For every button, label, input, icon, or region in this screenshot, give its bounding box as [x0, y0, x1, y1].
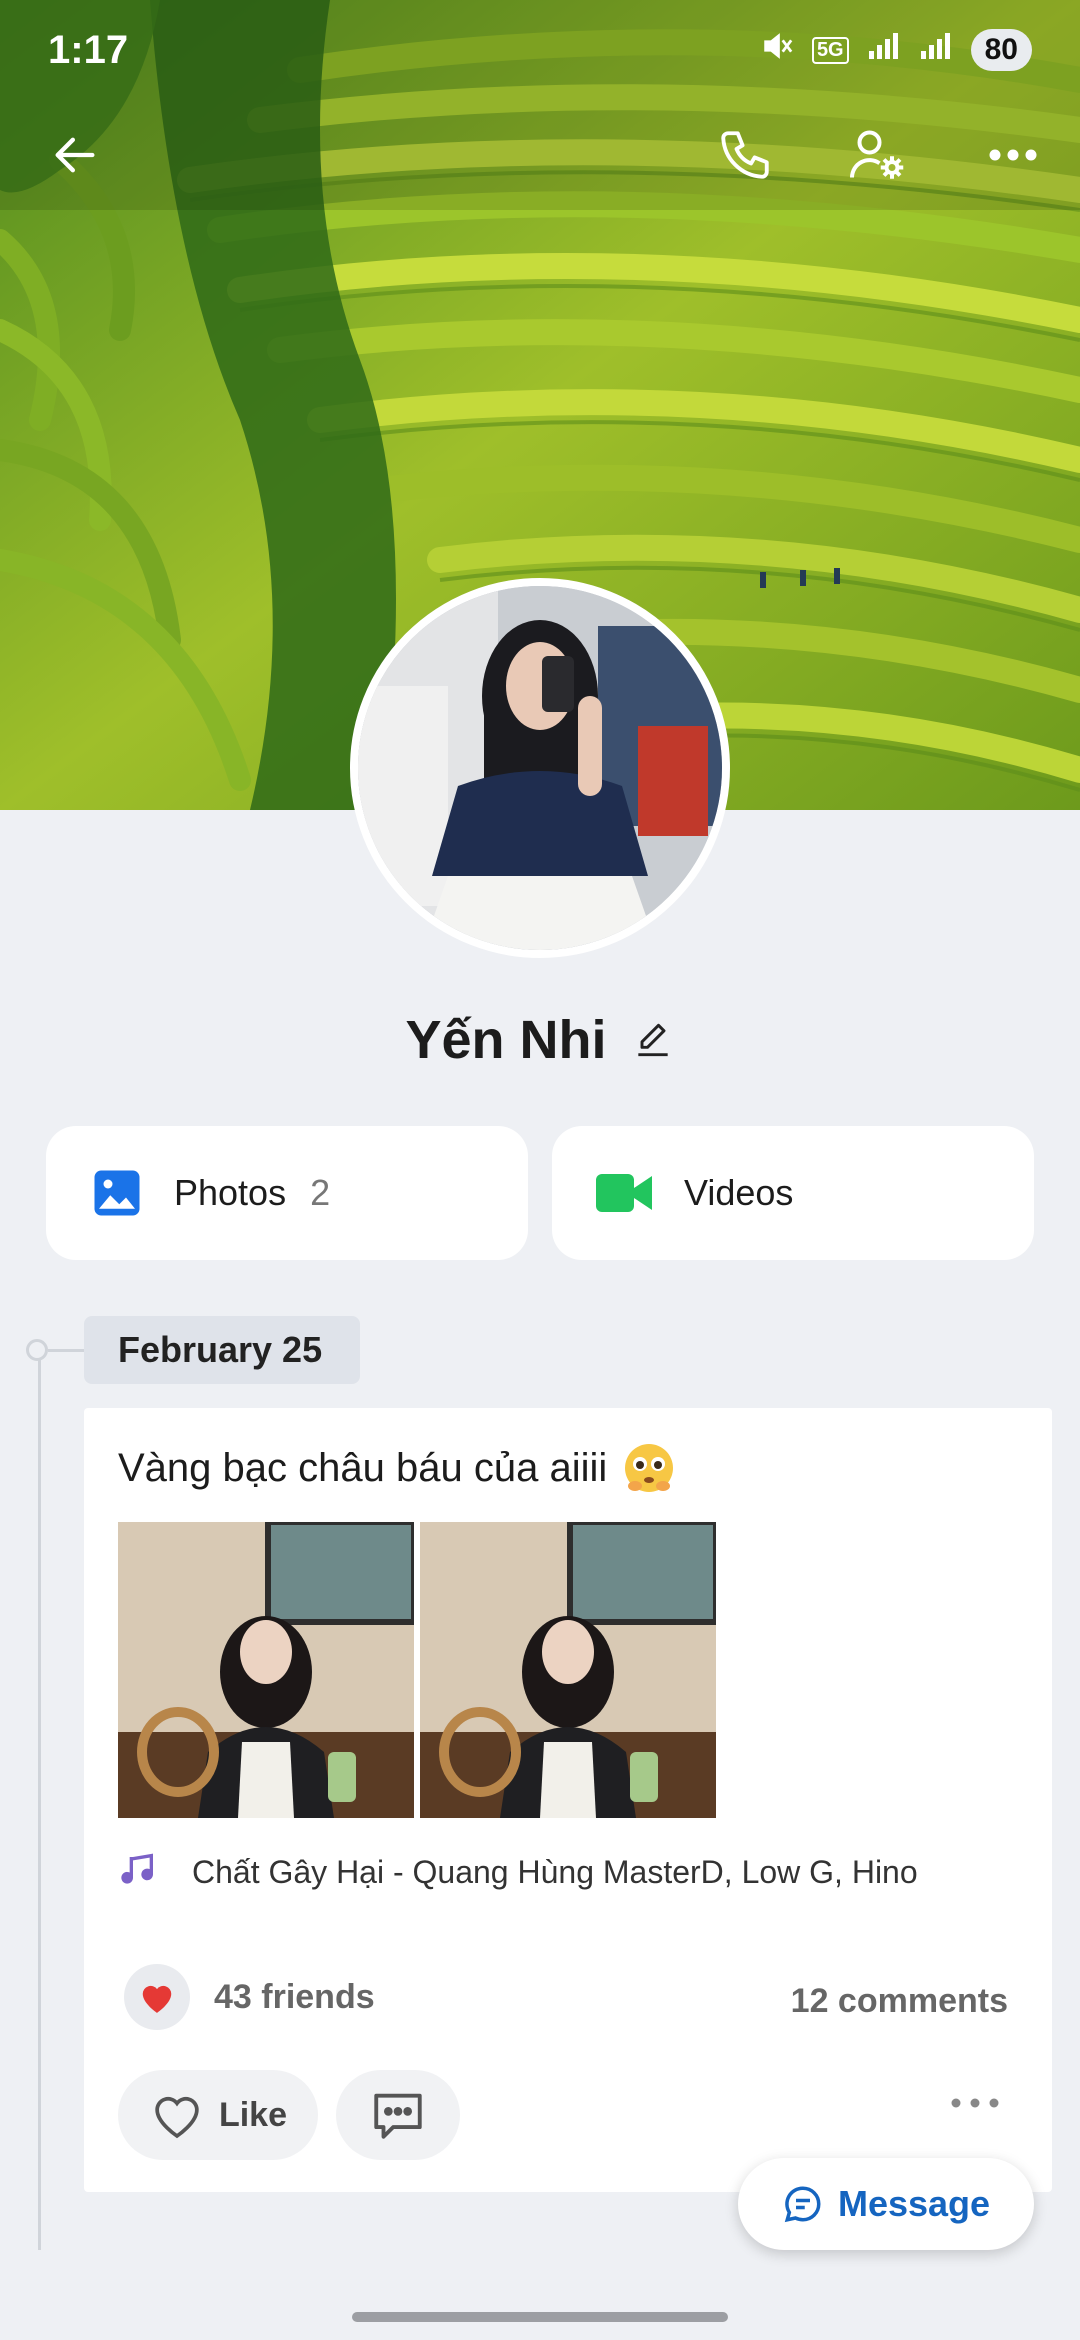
timeline-line: [38, 1350, 41, 2250]
timeline-dot: [26, 1339, 48, 1361]
post-photo-1[interactable]: [118, 1522, 414, 1818]
reactions-summary[interactable]: 43 friends: [124, 1964, 375, 2030]
image-icon: [94, 1170, 140, 1216]
mute-icon: [760, 29, 794, 71]
status-time: 1:17: [48, 27, 129, 72]
timeline-date: February 25: [84, 1316, 360, 1384]
profile-name: Yến Nhi: [405, 1010, 607, 1070]
profile-settings-button[interactable]: [832, 110, 922, 200]
network-5g-icon: 5G: [811, 36, 849, 64]
edit-pencil-icon[interactable]: [631, 1018, 675, 1062]
message-button[interactable]: Message: [738, 2158, 1034, 2250]
more-horizontal-icon: [989, 149, 1037, 161]
music-note-icon: [121, 1853, 153, 1884]
music-title: Chất Gây Hại - Quang Hùng MasterD, Low G…: [192, 1853, 918, 1890]
video-camera-icon: [596, 1174, 652, 1212]
heart-icon: [142, 1985, 172, 2013]
signal-icon: [867, 31, 901, 69]
message-label: Message: [837, 2183, 991, 2224]
more-horizontal-icon: [951, 2098, 999, 2108]
videos-button[interactable]: Videos: [552, 1126, 1034, 1260]
photos-label: Photos: [174, 1172, 287, 1213]
heart-outline-icon: [155, 2096, 199, 2139]
post-music[interactable]: Chất Gây Hại - Quang Hùng MasterD, Low G…: [118, 1852, 918, 1892]
post-photo-2[interactable]: [420, 1522, 716, 1818]
phone-icon: [721, 131, 769, 179]
battery-indicator: 80: [970, 29, 1032, 71]
comment-icon: [374, 2093, 422, 2139]
photos-button[interactable]: Photos 2: [46, 1126, 528, 1260]
comment-button[interactable]: [336, 2070, 460, 2160]
back-button[interactable]: [30, 110, 120, 200]
like-button[interactable]: Like: [118, 2070, 318, 2160]
profile-avatar[interactable]: [350, 578, 730, 958]
emoji-pleading-icon: [625, 1444, 674, 1492]
arrow-left-icon: [55, 137, 95, 173]
comments-count[interactable]: 12 comments: [791, 1982, 1008, 2021]
photos-count: 2: [310, 1172, 331, 1213]
call-button[interactable]: [700, 110, 790, 200]
signal-icon-2: [919, 31, 953, 69]
status-icons: 5G 80: [760, 29, 1032, 71]
profile-top-bar: [0, 110, 1080, 200]
user-settings-icon: [850, 130, 904, 179]
reaction-count: 43 friends: [214, 1977, 375, 2016]
videos-label: Videos: [684, 1172, 794, 1213]
chat-bubble-icon: [784, 2186, 821, 2223]
post-more-button[interactable]: [950, 2096, 1000, 2114]
home-indicator[interactable]: [352, 2312, 728, 2322]
like-label: Like: [218, 2095, 288, 2134]
more-options-button[interactable]: [968, 110, 1058, 200]
post-card: Vàng bạc châu báu của aiiii Chất Gây Hại…: [84, 1408, 1052, 2192]
status-bar: 1:17 5G 80: [0, 0, 1080, 100]
post-text: Vàng bạc châu báu của aiiii: [118, 1445, 608, 1490]
post-caption: Vàng bạc châu báu của aiiii: [118, 1440, 677, 1496]
profile-name-row: Yến Nhi: [0, 1000, 1080, 1080]
timeline-connector: [48, 1349, 86, 1352]
heart-reaction-badge: [124, 1964, 190, 2030]
